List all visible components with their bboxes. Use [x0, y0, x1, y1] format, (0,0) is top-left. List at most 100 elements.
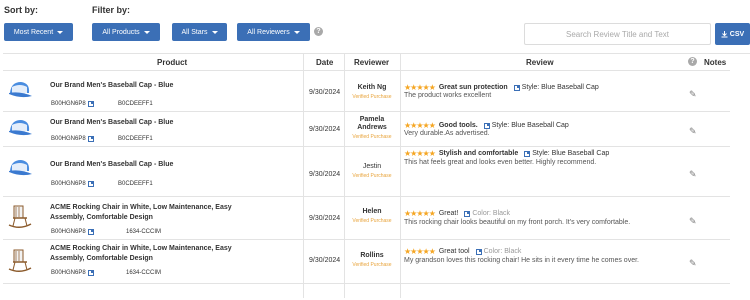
reviewer-name[interactable]: Helen	[344, 208, 400, 216]
reviewer-name[interactable]: Pamela Andrews	[352, 116, 392, 132]
reviewers-filter-dropdown[interactable]: All Reviewers	[237, 23, 310, 41]
review-text: This rocking chair looks beautiful on my…	[404, 219, 631, 226]
review-date: 9/30/2024	[309, 257, 341, 264]
column-header-review: Review	[526, 58, 554, 67]
product-name[interactable]: ACME Rocking Chair in White, Low Mainten…	[50, 244, 240, 264]
review-date: 9/30/2024	[309, 215, 341, 222]
filter-label: Filter by:	[92, 5, 131, 15]
review-text: Very durable.As advertised.	[404, 130, 490, 137]
asin-code: B00HGN6P8	[51, 229, 86, 235]
rocking-chair-icon	[8, 205, 32, 228]
column-header-reviewer: Reviewer	[354, 58, 390, 67]
star-rating: ★★★★★	[404, 209, 436, 218]
column-divider	[400, 53, 401, 298]
help-icon[interactable]: ?	[688, 57, 697, 66]
sort-label: Sort by:	[4, 5, 39, 15]
search-input[interactable]	[524, 23, 711, 45]
asin-code: B00HGN6P8	[51, 181, 86, 187]
asin-code: B00HGN6P8	[51, 101, 86, 107]
review-date: 9/30/2024	[309, 126, 341, 133]
sku-code: B0CDEEFF1	[118, 181, 153, 187]
csv-export-button[interactable]: CSV	[715, 23, 750, 45]
column-divider	[303, 53, 304, 298]
review-title[interactable]: Great tool	[439, 248, 470, 255]
asin-code: B00HGN6P8	[51, 270, 86, 276]
external-link-icon[interactable]	[524, 150, 531, 157]
csv-export-label: CSV	[729, 30, 745, 38]
verified-purchase-badge: Verified Purchase	[352, 134, 392, 140]
review-style: Color: Black	[483, 248, 522, 255]
edit-note-icon[interactable]: ✎	[689, 126, 697, 137]
verified-purchase-badge: Verified Purchase	[352, 94, 392, 100]
products-filter-dropdown[interactable]: All Products	[92, 23, 160, 41]
review-text: My grandson loves this rocking chair! He…	[404, 257, 639, 264]
product-name[interactable]: Our Brand Men's Baseball Cap - Blue	[50, 118, 240, 128]
sku-code: 1634-CCCIM	[126, 229, 162, 235]
row-divider	[3, 70, 730, 71]
external-link-icon[interactable]	[87, 270, 94, 276]
sku-code: B0CDEEFF1	[118, 136, 153, 142]
star-rating: ★★★★★	[404, 121, 436, 130]
row-divider	[3, 196, 730, 197]
review-text: The product works excellent	[404, 92, 492, 99]
row-divider	[3, 111, 730, 112]
review-style: Style: Blue Baseball Cap	[532, 150, 610, 157]
review-style: Style: Blue Baseball Cap	[491, 122, 569, 129]
review-style: Style: Blue Baseball Cap	[521, 84, 599, 91]
caret-down-icon	[57, 30, 64, 34]
sort-dropdown[interactable]: Most Recent	[4, 23, 73, 41]
external-link-icon[interactable]	[87, 181, 94, 187]
caret-down-icon	[143, 30, 150, 34]
external-link-icon[interactable]	[483, 122, 490, 129]
caret-down-icon	[293, 30, 300, 34]
review-title[interactable]: Great!	[439, 210, 458, 217]
star-rating: ★★★★★	[404, 149, 436, 158]
external-link-icon[interactable]	[87, 136, 94, 142]
help-icon[interactable]: ?	[314, 27, 323, 36]
star-rating: ★★★★★	[404, 247, 436, 256]
edit-note-icon[interactable]: ✎	[689, 89, 697, 100]
caret-down-icon	[211, 30, 218, 34]
sort-dropdown-label: Most Recent	[13, 28, 54, 36]
sku-code: B0CDEEFF1	[118, 101, 153, 107]
product-name[interactable]: ACME Rocking Chair in White, Low Mainten…	[50, 203, 240, 223]
reviewer-name[interactable]: Rollins	[344, 252, 400, 260]
external-link-icon[interactable]	[87, 101, 94, 107]
product-name[interactable]: Our Brand Men's Baseball Cap - Blue	[50, 81, 240, 91]
stars-filter-dropdown[interactable]: All Stars	[172, 23, 227, 41]
review-title[interactable]: Great sun protection	[439, 84, 508, 91]
review-date: 9/30/2024	[309, 171, 341, 178]
cap-icon	[9, 82, 32, 98]
reviewers-filter-label: All Reviewers	[247, 28, 290, 36]
star-rating: ★★★★★	[404, 83, 436, 92]
stars-filter-label: All Stars	[181, 28, 208, 36]
rocking-chair-icon	[8, 249, 32, 272]
row-divider	[3, 283, 730, 284]
download-icon	[721, 30, 728, 37]
review-title[interactable]: Stylish and comfortable	[439, 150, 518, 157]
external-link-icon[interactable]	[87, 229, 94, 235]
reviewer-name[interactable]: Keith Ng	[344, 84, 400, 92]
external-link-icon[interactable]	[513, 84, 520, 91]
external-link-icon[interactable]	[464, 210, 471, 217]
row-divider	[3, 239, 730, 240]
asin-code: B00HGN6P8	[51, 136, 86, 142]
review-title[interactable]: Good tools.	[439, 122, 478, 129]
edit-note-icon[interactable]: ✎	[689, 258, 697, 269]
edit-note-icon[interactable]: ✎	[689, 169, 697, 180]
review-date: 9/30/2024	[309, 89, 341, 96]
product-name[interactable]: Our Brand Men's Baseball Cap - Blue	[50, 160, 240, 170]
products-filter-label: All Products	[102, 28, 140, 36]
sku-code: 1634-CCCIM	[126, 270, 162, 276]
edit-note-icon[interactable]: ✎	[689, 216, 697, 227]
external-link-icon[interactable]	[475, 248, 482, 255]
cap-icon	[9, 120, 32, 136]
cap-icon	[9, 160, 32, 176]
reviewer-name[interactable]: Jestin	[344, 163, 400, 171]
verified-purchase-badge: Verified Purchase	[352, 173, 392, 179]
review-text: This hat feels great and looks even bett…	[404, 159, 597, 166]
column-header-product: Product	[157, 58, 188, 67]
column-header-date: Date	[316, 58, 334, 67]
row-divider	[3, 146, 730, 147]
review-style: Color: Black	[472, 210, 511, 217]
